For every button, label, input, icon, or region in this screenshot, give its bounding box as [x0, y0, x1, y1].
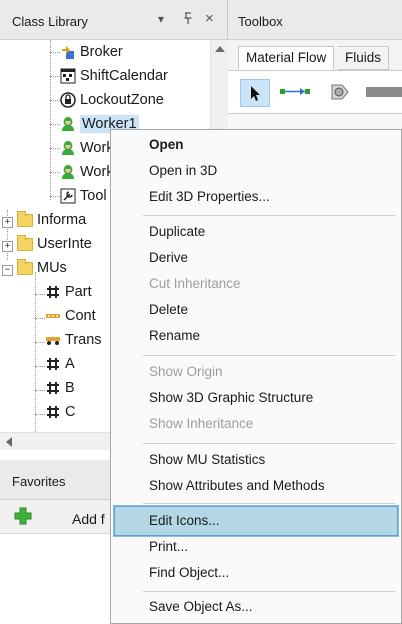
menu-item-edit-3d-properties[interactable]: Edit 3D Properties...: [114, 186, 398, 208]
menu-item-find-object[interactable]: Find Object...: [114, 562, 398, 584]
menu-item-derive[interactable]: Derive: [114, 247, 398, 269]
folder-icon: [17, 259, 33, 276]
menu-separator: [143, 443, 395, 444]
menu-item-save-object-as[interactable]: Save Object As...: [114, 596, 398, 618]
tree-item-b[interactable]: B: [45, 376, 75, 400]
scroll-up-arrow-icon[interactable]: [215, 46, 225, 52]
menu-item-open[interactable]: Open: [114, 134, 398, 156]
container-icon: [45, 308, 61, 324]
favorites-title: Favorites: [12, 474, 66, 489]
add-icon: [14, 507, 32, 525]
folder-icon: [17, 235, 33, 252]
tree-item-worker[interactable]: Work: [60, 160, 114, 184]
menu-separator: [143, 503, 395, 504]
tree-item-label: Informa: [37, 212, 87, 228]
menu-item-rename[interactable]: Rename: [114, 325, 398, 347]
conveyor-tool-icon[interactable]: [364, 79, 402, 107]
tree-item-lockoutzone[interactable]: LockoutZone: [60, 88, 164, 112]
tree-item-container[interactable]: Cont: [45, 304, 96, 328]
scroll-left-arrow-icon[interactable]: [6, 437, 12, 447]
expand-informa-button[interactable]: +: [2, 217, 13, 228]
worker-icon: [60, 164, 76, 180]
toolbox-title: Toolbox: [238, 14, 283, 29]
class-library-title: Class Library: [12, 14, 88, 29]
toolbox-tabs: Material Flow Fluids: [228, 40, 402, 70]
context-menu: Open Open in 3D Edit 3D Properties... Du…: [110, 129, 402, 624]
tree-item-shiftcalendar[interactable]: ShiftCalendar: [60, 64, 168, 88]
tree-item-label: ShiftCalendar: [80, 68, 168, 84]
tab-material-flow[interactable]: Material Flow: [238, 46, 335, 70]
menu-item-duplicate[interactable]: Duplicate: [114, 221, 398, 243]
tree-item-tool[interactable]: Tool: [60, 184, 107, 208]
menu-item-show-mu-statistics[interactable]: Show MU Statistics: [114, 449, 398, 471]
menu-separator: [143, 591, 395, 592]
part-icon: [45, 284, 61, 300]
menu-item-cut-inheritance: Cut Inheritance: [149, 276, 241, 291]
toolbox-header: Toolbox: [228, 0, 402, 40]
lockout-icon: [60, 92, 76, 108]
close-icon[interactable]: ×: [205, 10, 214, 27]
connector-tool-icon[interactable]: [278, 79, 310, 107]
add-favorite-label[interactable]: Add f: [72, 511, 105, 527]
tree-item-a[interactable]: A: [45, 352, 75, 376]
pointer-tool-icon[interactable]: [240, 79, 270, 107]
tree-item-userinterface[interactable]: UserInte: [17, 232, 92, 256]
tree-item-label: B: [65, 380, 75, 396]
calendar-icon: [60, 68, 76, 84]
worker-icon: [60, 140, 76, 156]
source-tool-icon[interactable]: [326, 79, 356, 107]
menu-item-edit-icons[interactable]: Edit Icons...: [113, 505, 399, 537]
tool-icon: [60, 188, 76, 204]
tree-item-c[interactable]: C: [45, 400, 75, 424]
tree-item-label: A: [65, 356, 75, 372]
toolbox-icon-bar: [228, 70, 402, 114]
tree-item-label: Work: [80, 164, 114, 180]
menu-item-open-in-3d[interactable]: Open in 3D: [114, 160, 398, 182]
menu-item-print[interactable]: Print...: [114, 536, 398, 558]
part-icon: [45, 404, 61, 420]
worker-icon: [60, 116, 76, 132]
folder-icon: [17, 211, 33, 228]
tree-item-mus[interactable]: MUs: [17, 256, 67, 280]
tree-item-label: Tool: [80, 188, 107, 204]
menu-item-show-3d-graphic-structure[interactable]: Show 3D Graphic Structure: [114, 387, 398, 409]
tree-item-label: Broker: [80, 44, 123, 60]
tree-item-part[interactable]: Part: [45, 280, 92, 304]
collapse-mus-button[interactable]: −: [2, 265, 13, 276]
tree-item-label: Part: [65, 284, 92, 300]
tree-item-information[interactable]: Informa: [17, 208, 86, 232]
menu-separator: [143, 215, 395, 216]
tree-item-transporter[interactable]: Trans: [45, 328, 102, 352]
tree-item-label: Trans: [65, 332, 102, 348]
tree-item-label: C: [65, 404, 76, 420]
tree-item-label: UserInte: [37, 236, 92, 252]
add-favorite-button[interactable]: [14, 507, 32, 525]
menu-item-delete[interactable]: Delete: [114, 299, 398, 321]
tree-item-label: Cont: [65, 308, 96, 324]
menu-item-show-inheritance: Show Inheritance: [149, 416, 254, 431]
transporter-icon: [45, 332, 61, 348]
menu-separator: [143, 355, 395, 356]
tree-item-label: MUs: [37, 260, 67, 276]
class-library-header: Class Library ▾ ×: [0, 0, 227, 40]
menu-item-show-attributes-and-methods[interactable]: Show Attributes and Methods: [114, 475, 398, 497]
tree-item-label: LockoutZone: [80, 92, 164, 108]
part-icon: [45, 380, 61, 396]
menu-item-show-origin: Show Origin: [149, 364, 223, 379]
part-icon: [45, 356, 61, 372]
broker-icon: [60, 44, 76, 60]
tab-fluids[interactable]: Fluids: [338, 46, 390, 70]
dropdown-icon[interactable]: ▾: [158, 12, 164, 26]
tree-item-worker[interactable]: Work: [60, 136, 114, 160]
pin-icon[interactable]: [183, 12, 193, 27]
tree-item-broker[interactable]: Broker: [60, 40, 123, 64]
tree-item-label: Work: [80, 140, 114, 156]
expand-userinterface-button[interactable]: +: [2, 241, 13, 252]
